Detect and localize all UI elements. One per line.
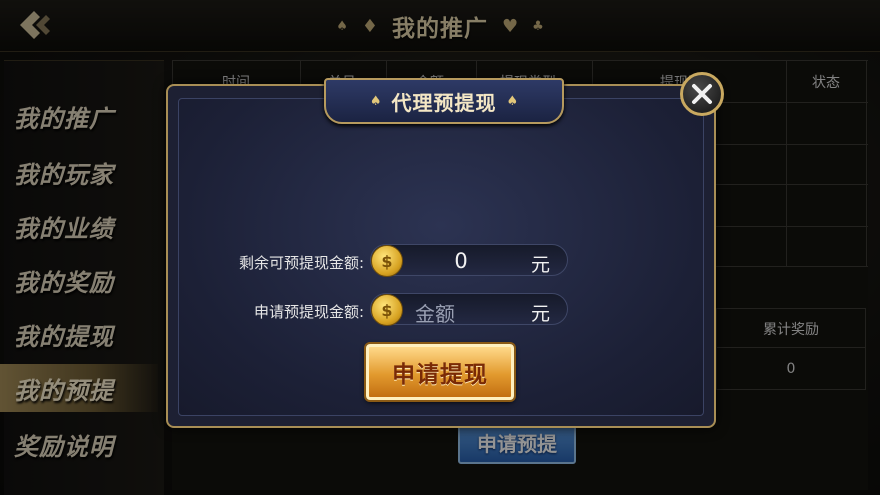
coin-icon: $ — [371, 245, 403, 277]
close-icon — [692, 84, 712, 104]
spade-icon: ♠ — [506, 93, 519, 109]
close-button[interactable] — [680, 72, 724, 116]
coin-icon: $ — [371, 294, 403, 326]
currency-unit: 元 — [531, 254, 551, 276]
dialog-title: 代理预提现 — [391, 90, 497, 115]
dialog-header: ♠ 代理预提现 ♠ — [324, 78, 564, 124]
remaining-amount-label: 剩余可预提现金额: — [238, 254, 364, 272]
submit-withdraw-button[interactable]: 申请提现 — [366, 344, 514, 400]
remaining-amount-field: $ 0 元 — [370, 244, 568, 277]
currency-unit: 元 — [531, 303, 551, 325]
remaining-amount-value: 0 — [454, 249, 468, 273]
spade-icon: ♠ — [369, 93, 382, 109]
amount-placeholder: 金额 — [415, 302, 455, 326]
apply-amount-input[interactable]: $ 金额 元 — [370, 293, 568, 326]
apply-amount-label: 申请预提现金额: — [253, 303, 364, 321]
